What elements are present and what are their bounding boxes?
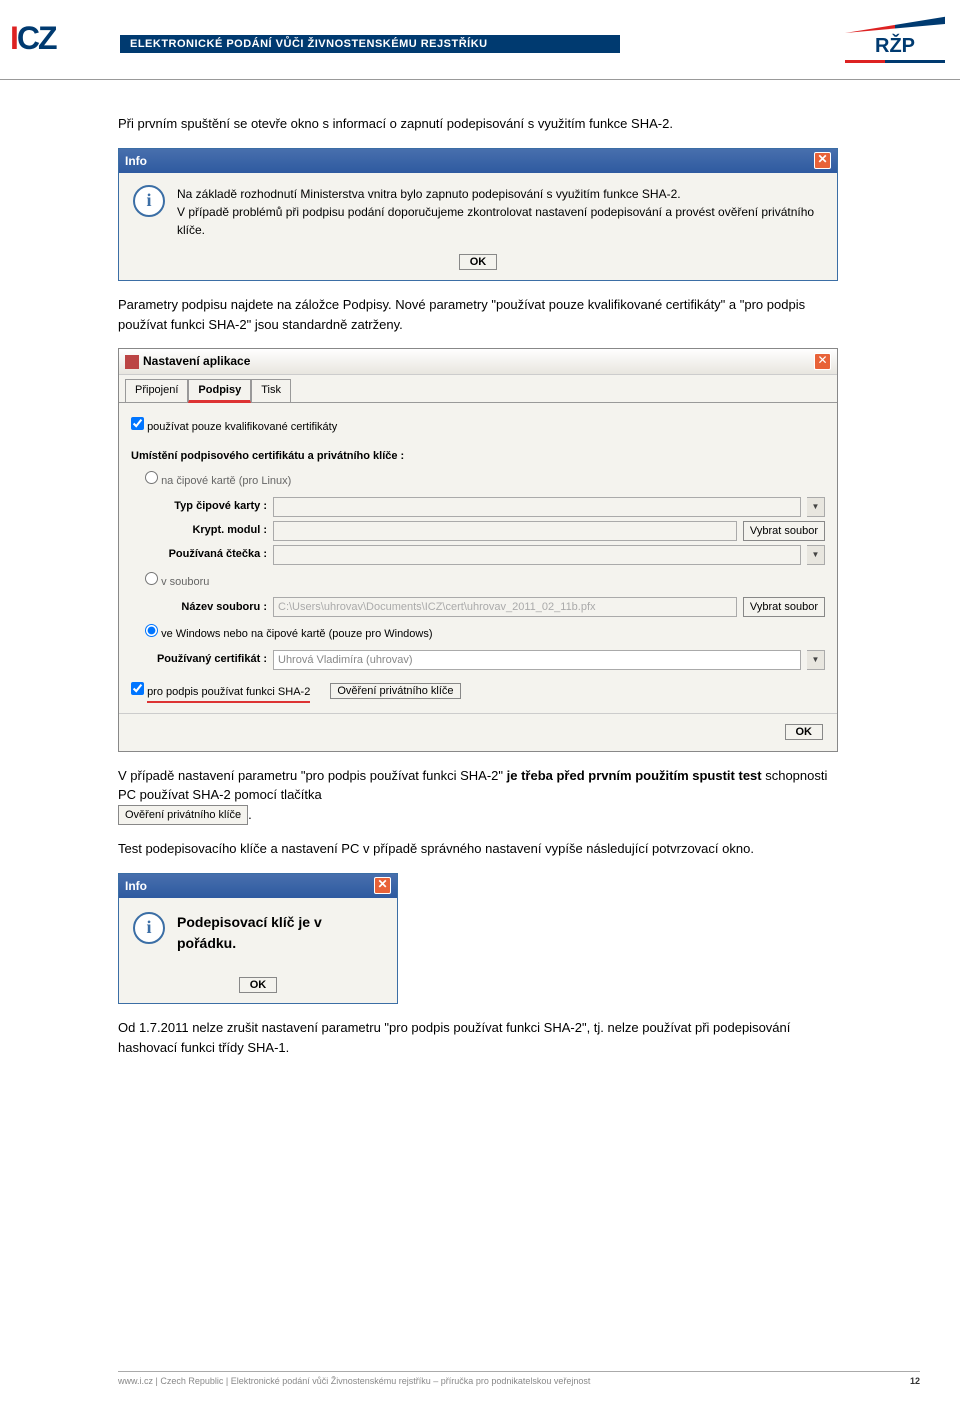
paragraph-2: Parametry podpisu najdete na záložce Pod… [118,295,842,334]
dialog-message: Na základě rozhodnutí Ministerstva vnitr… [177,185,823,239]
footer-text: www.i.cz | Czech Republic | Elektronické… [118,1376,590,1386]
ok-button[interactable]: OK [459,254,498,270]
dialog-titlebar: Info ✕ [119,874,397,898]
label-reader: Používaná čtečka : [131,546,267,563]
java-icon [125,355,139,369]
select-file-button-1[interactable]: Vybrat soubor [743,521,825,541]
logo-rzp: RŽP [845,15,945,63]
radio-in-file[interactable]: v souboru [145,576,209,588]
settings-ok-button[interactable]: OK [785,724,824,740]
input-card-type [273,497,801,517]
checkbox-qualified-cert[interactable]: používat pouze kvalifikované certifikáty [131,421,337,433]
settings-dialog: Nastavení aplikace ✕ Připojení Podpisy T… [118,348,838,752]
chevron-down-icon[interactable]: ▼ [807,545,825,565]
label-crypt-module: Krypt. modul : [131,522,267,539]
settings-title: Nastavení aplikace [143,354,250,368]
tab-strip: Připojení Podpisy Tisk [119,375,837,404]
logo-icz: ICZ [10,20,56,57]
section-cert-location: Umístění podpisového certifikátu a privá… [131,448,825,465]
label-card-type: Typ čipové karty : [131,498,267,515]
input-crypt-module [273,521,737,541]
ok-button[interactable]: OK [239,977,278,993]
chevron-down-icon[interactable]: ▼ [807,650,825,670]
tab-podpisy[interactable]: Podpisy [188,379,251,404]
page-header: ICZ ELEKTRONICKÉ PODÁNÍ VŮČI ŽIVNOSTENSK… [0,0,960,80]
settings-titlebar: Nastavení aplikace ✕ [119,349,837,375]
radio-windows[interactable]: ve Windows nebo na čipové kartě (pouze p… [145,628,433,640]
paragraph-1: Při prvním spuštění se otevře okno s inf… [118,114,842,134]
combo-certificate[interactable] [273,650,801,670]
label-used-cert: Používaný certifikát : [131,651,267,668]
info-dialog-key-ok: Info ✕ i Podepisovací klíč je v pořádku.… [118,873,398,1005]
content-area: Při prvním spuštění se otevře okno s inf… [0,80,960,1057]
dialog-title: Info [125,877,147,895]
checkbox-sha2[interactable]: pro podpis používat funkci SHA-2 [131,680,310,704]
dialog-title: Info [125,152,147,170]
close-icon[interactable]: ✕ [374,877,391,894]
close-icon[interactable]: ✕ [814,152,831,169]
dialog-titlebar: Info ✕ [119,149,837,173]
chevron-down-icon[interactable]: ▼ [807,497,825,517]
tab-panel-podpisy: používat pouze kvalifikované certifikáty… [119,403,837,713]
dialog-message: Podepisovací klíč je v pořádku. [177,912,383,954]
tab-pripojeni[interactable]: Připojení [125,379,188,403]
label-file-name: Název souboru : [131,599,267,616]
page-number: 12 [910,1376,920,1386]
info-icon: i [133,912,165,944]
verify-key-button[interactable]: Ověření privátního klíče [330,683,460,699]
info-dialog-sha2: Info ✕ i Na základě rozhodnutí Ministers… [118,148,838,282]
select-file-button-2[interactable]: Vybrat soubor [743,597,825,617]
paragraph-3: V případě nastavení parametru "pro podpi… [118,766,842,826]
radio-chip-card[interactable]: na čipové kartě (pro Linux) [145,475,291,487]
close-icon[interactable]: ✕ [814,353,831,370]
input-reader [273,545,801,565]
verify-key-inline-button: Ověření privátního klíče [118,805,248,826]
input-file-name [273,597,737,617]
paragraph-5: Od 1.7.2011 nelze zrušit nastavení param… [118,1018,842,1057]
header-bar: ELEKTRONICKÉ PODÁNÍ VŮČI ŽIVNOSTENSKÉMU … [120,35,620,53]
info-icon: i [133,185,165,217]
paragraph-4: Test podepisovacího klíče a nastavení PC… [118,839,842,859]
swoosh-icon [845,15,945,33]
page-footer: www.i.cz | Czech Republic | Elektronické… [118,1371,920,1386]
tab-tisk[interactable]: Tisk [251,379,291,403]
